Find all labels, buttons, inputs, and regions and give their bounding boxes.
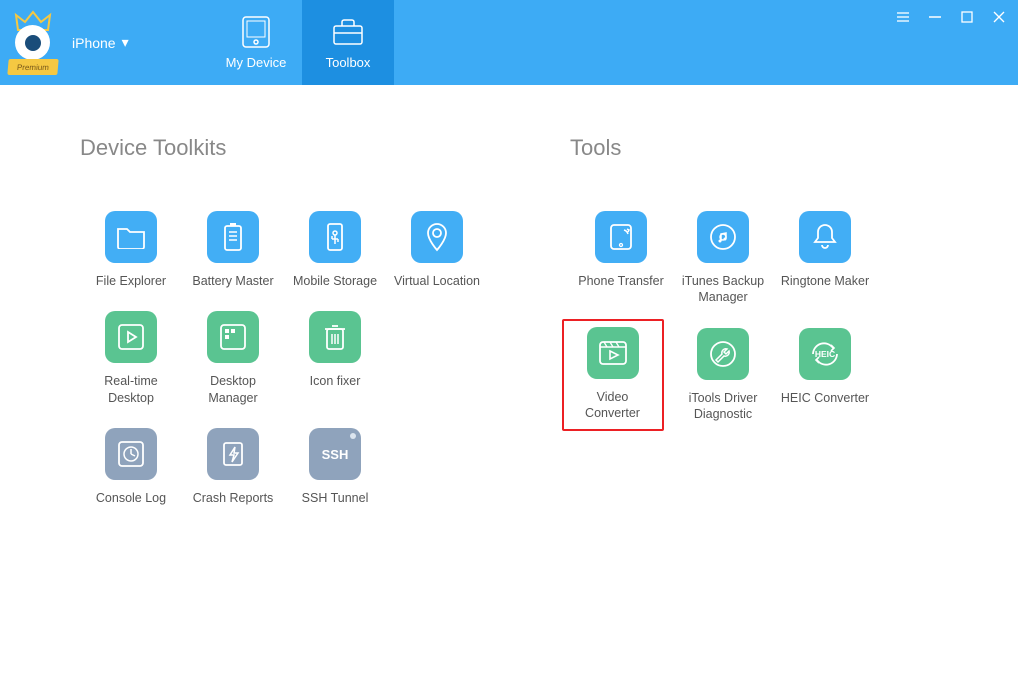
tile-icon-fixer[interactable]: Icon fixer: [284, 311, 386, 406]
tile-real-time-desktop[interactable]: Real-time Desktop: [80, 311, 182, 406]
tab-label: Toolbox: [326, 55, 371, 70]
tile-label: Ringtone Maker: [781, 273, 869, 289]
tile-itunes-backup-manager[interactable]: iTunes Backup Manager: [672, 211, 774, 306]
grid-icon: [207, 311, 259, 363]
eye-icon: [15, 25, 50, 60]
tile-ssh-tunnel[interactable]: SSH SSH Tunnel: [284, 428, 386, 506]
wrench-icon: [697, 328, 749, 380]
tile-label: HEIC Converter: [781, 390, 869, 406]
folder-icon: [105, 211, 157, 263]
tile-label: Battery Master: [192, 273, 273, 289]
tile-label: iTunes Backup Manager: [677, 273, 769, 306]
battery-icon: [207, 211, 259, 263]
toolbox-icon: [331, 15, 365, 49]
section-title: Tools: [570, 135, 876, 161]
logo-area: Premium iPhone ▾: [0, 0, 129, 85]
tile-ringtone-maker[interactable]: Ringtone Maker: [774, 211, 876, 306]
tab-label: My Device: [226, 55, 287, 70]
heic-icon: HEIC: [799, 328, 851, 380]
content-area: Device Toolkits File Explorer Battery Mas…: [0, 85, 1018, 526]
video-icon: [587, 327, 639, 379]
section-tools: Tools Phone Transfer iTunes Backup Manage…: [570, 135, 876, 506]
tile-console-log[interactable]: Console Log: [80, 428, 182, 506]
tile-phone-transfer[interactable]: Phone Transfer: [570, 211, 672, 306]
minimize-button[interactable]: [926, 8, 944, 26]
tile-label: SSH Tunnel: [302, 490, 369, 506]
tile-label: File Explorer: [96, 273, 166, 289]
tile-video-converter[interactable]: Video Converter: [562, 319, 664, 431]
window-controls: [894, 8, 1008, 26]
svg-text:SSH: SSH: [322, 447, 349, 462]
tile-virtual-location[interactable]: Virtual Location: [386, 211, 488, 289]
tile-battery-master[interactable]: Battery Master: [182, 211, 284, 289]
menu-button[interactable]: [894, 8, 912, 26]
tile-crash-reports[interactable]: Crash Reports: [182, 428, 284, 506]
ssh-icon: SSH: [309, 428, 361, 480]
close-button[interactable]: [990, 8, 1008, 26]
app-header: Premium iPhone ▾ My Device Toolbox: [0, 0, 1018, 85]
tools-grid: Phone Transfer iTunes Backup Manager Ringt…: [570, 211, 876, 422]
svg-text:HEIC: HEIC: [815, 349, 835, 359]
location-icon: [411, 211, 463, 263]
tile-file-explorer[interactable]: File Explorer: [80, 211, 182, 289]
maximize-button[interactable]: [958, 8, 976, 26]
tile-label: Virtual Location: [394, 273, 480, 289]
usb-icon: [309, 211, 361, 263]
device-toolkits-grid: File Explorer Battery Master Mobile Storag…: [80, 211, 510, 506]
app-logo: Premium: [8, 15, 58, 70]
tile-label: iTools Driver Diagnostic: [677, 390, 769, 423]
tablet-icon: [239, 15, 273, 49]
bell-icon: [799, 211, 851, 263]
tile-label: Phone Transfer: [578, 273, 663, 289]
tile-label: Desktop Manager: [187, 373, 279, 406]
tile-label: Real-time Desktop: [85, 373, 177, 406]
tab-toolbox[interactable]: Toolbox: [302, 0, 394, 85]
phone-transfer-icon: [595, 211, 647, 263]
tile-label: Icon fixer: [310, 373, 361, 389]
clock-icon: [105, 428, 157, 480]
tile-label: Console Log: [96, 490, 166, 506]
premium-badge: Premium: [7, 59, 58, 75]
bolt-icon: [207, 428, 259, 480]
tile-label: Mobile Storage: [293, 273, 377, 289]
section-device-toolkits: Device Toolkits File Explorer Battery Mas…: [80, 135, 510, 506]
tile-heic-converter[interactable]: HEIC HEIC Converter: [774, 328, 876, 423]
tile-label: Crash Reports: [193, 490, 274, 506]
music-disc-icon: [697, 211, 749, 263]
section-title: Device Toolkits: [80, 135, 510, 161]
tile-label: Video Converter: [570, 389, 656, 422]
tile-itools-driver-diagnostic[interactable]: iTools Driver Diagnostic: [672, 328, 774, 423]
device-label: iPhone: [72, 35, 116, 51]
device-selector[interactable]: iPhone ▾: [64, 34, 129, 51]
nav-tabs: My Device Toolbox: [210, 0, 394, 85]
chevron-down-icon: ▾: [122, 34, 129, 51]
tile-desktop-manager[interactable]: Desktop Manager: [182, 311, 284, 406]
trash-icon: [309, 311, 361, 363]
tile-mobile-storage[interactable]: Mobile Storage: [284, 211, 386, 289]
play-icon: [105, 311, 157, 363]
tab-my-device[interactable]: My Device: [210, 0, 302, 85]
